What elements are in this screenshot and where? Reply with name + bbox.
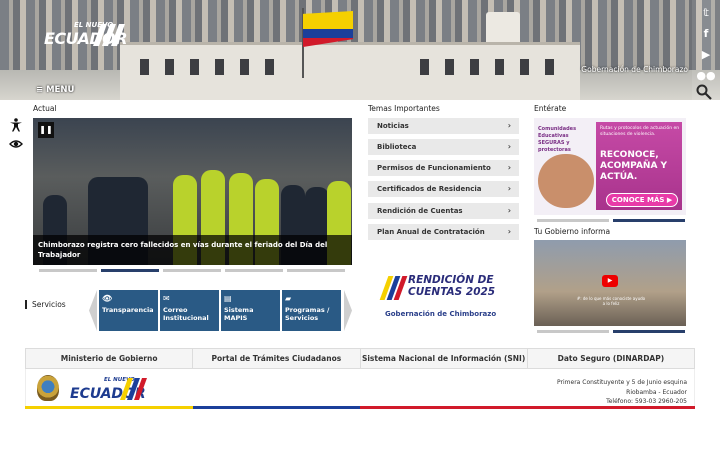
link-dinardap[interactable]: Dato Seguro (DINARDAP) bbox=[528, 349, 694, 368]
youtube-icon[interactable]: ▶ bbox=[696, 46, 716, 63]
menu-button[interactable]: ≡ MENU bbox=[36, 85, 74, 95]
carousel-dot-active[interactable] bbox=[613, 219, 685, 222]
footer-logo-stripes bbox=[119, 378, 148, 400]
conoce-mas-button[interactable]: CONOCE MÁS ▶ bbox=[606, 193, 678, 207]
tema-permisos[interactable]: Permisos de Funcionamiento › bbox=[368, 160, 519, 176]
chevron-right-icon: › bbox=[507, 121, 511, 130]
carousel-dot[interactable] bbox=[537, 219, 609, 222]
service-programas[interactable]: ▰ Programas / Servicios bbox=[282, 290, 341, 331]
footer-address: Primera Constituyente y 5 de Junio esqui… bbox=[557, 378, 687, 407]
service-transparencia[interactable]: 👁 Transparencia bbox=[99, 290, 158, 331]
chevron-right-icon: › bbox=[507, 142, 511, 151]
slider-dot[interactable] bbox=[225, 269, 283, 272]
flickr-icon[interactable]: ●● bbox=[696, 67, 716, 84]
slider-dot-active[interactable] bbox=[101, 269, 159, 272]
service-label: Transparencia bbox=[102, 306, 154, 314]
actual-label: Actual bbox=[33, 104, 57, 113]
service-mapis[interactable]: ▤ Sistema MAPIS bbox=[221, 290, 280, 331]
rendicion-stripes bbox=[379, 276, 408, 300]
service-correo[interactable]: ✉ Correo Institucional bbox=[160, 290, 219, 331]
accessibility-icon[interactable] bbox=[9, 118, 23, 132]
link-ministerio[interactable]: Ministerio de Gobierno bbox=[26, 349, 194, 368]
tema-plan-anual[interactable]: Plan Anual de Contratación › bbox=[368, 224, 519, 240]
news-slider[interactable]: ❚❚ Chimborazo registra cero fallecidos e… bbox=[33, 118, 352, 265]
rendicion-org: Gobernación de Chimborazo bbox=[385, 310, 497, 318]
logo-stripes bbox=[92, 24, 126, 46]
tema-noticias[interactable]: Noticias › bbox=[368, 118, 519, 134]
slider-dots bbox=[39, 269, 345, 272]
services-prev-arrow[interactable] bbox=[89, 290, 97, 331]
enterate-dots bbox=[537, 219, 685, 222]
tema-label: Noticias bbox=[377, 122, 409, 130]
rendicion-line1: RENDICIÓN DE bbox=[408, 274, 494, 286]
slider-dot[interactable] bbox=[163, 269, 221, 272]
video-dots bbox=[537, 330, 685, 333]
link-sni[interactable]: Sistema Nacional de Información (SNI) bbox=[361, 349, 528, 368]
enterate-band-text: Comunidades Educativas SEGURAS y protect… bbox=[538, 126, 577, 153]
video-subtitle: #: de lo que más conociste ayudo a lo fe… bbox=[576, 296, 646, 306]
tema-label: Certificados de Residencia bbox=[377, 185, 482, 193]
servicios-label: Servicios bbox=[25, 300, 66, 309]
social-bar: 𝕥 f ▶ ●● bbox=[692, 0, 720, 100]
slider-dot[interactable] bbox=[287, 269, 345, 272]
book-icon: ▤ bbox=[224, 294, 232, 303]
twitter-icon[interactable]: 𝕥 bbox=[696, 4, 716, 21]
enterate-top-text: Rutas y protocolos de actuación en situa… bbox=[600, 126, 680, 137]
rendicion-cuentas-banner[interactable]: RENDICIÓN DE CUENTAS 2025 Gobernación de… bbox=[379, 272, 504, 324]
carousel-dot[interactable] bbox=[537, 330, 609, 333]
children-photo bbox=[538, 154, 594, 208]
header-banner: EL NUEVO ECUADOR Gobernación de Chimbora… bbox=[0, 0, 720, 100]
tema-label: Biblioteca bbox=[377, 143, 417, 151]
temas-label: Temas Importantes bbox=[368, 104, 440, 113]
mail-icon: ✉ bbox=[163, 294, 170, 303]
folder-icon: ▰ bbox=[285, 294, 292, 303]
coat-of-arms-icon bbox=[37, 375, 59, 401]
services-next-arrow[interactable] bbox=[344, 290, 352, 331]
pause-button[interactable]: ❚❚ bbox=[38, 122, 54, 138]
tema-biblioteca[interactable]: Biblioteca › bbox=[368, 139, 519, 155]
service-label: Correo Institucional bbox=[163, 306, 209, 322]
carousel-dot-active[interactable] bbox=[613, 330, 685, 333]
tema-label: Permisos de Funcionamiento bbox=[377, 164, 491, 172]
video-thumbnail[interactable]: ▶ #: de lo que más conociste ayudo a lo … bbox=[534, 240, 686, 326]
gov-name: Gobernación de Chimborazo bbox=[581, 65, 688, 74]
eye-icon: 👁 bbox=[102, 294, 113, 303]
flag-color-line bbox=[25, 406, 695, 409]
eye-icon[interactable] bbox=[9, 137, 23, 151]
rendicion-line2: CUENTAS 2025 bbox=[408, 286, 496, 298]
service-label: Sistema MAPIS bbox=[224, 306, 254, 322]
service-label: Programas / Servicios bbox=[285, 306, 330, 322]
address-line2: Riobamba - Ecuador bbox=[626, 388, 687, 396]
chevron-right-icon: › bbox=[507, 227, 511, 236]
enterate-banner[interactable]: Comunidades Educativas SEGURAS y protect… bbox=[534, 118, 686, 215]
external-links-bar: Ministerio de Gobierno Portal de Trámite… bbox=[25, 348, 695, 369]
chevron-right-icon: › bbox=[507, 206, 511, 215]
facebook-icon[interactable]: f bbox=[696, 25, 716, 42]
tema-certificados[interactable]: Certificados de Residencia › bbox=[368, 181, 519, 197]
rendicion-title: RENDICIÓN DE CUENTAS 2025 bbox=[408, 274, 495, 298]
play-icon[interactable]: ▶ bbox=[602, 275, 618, 287]
chevron-right-icon: › bbox=[507, 184, 511, 193]
enterate-headline: RECONOCE, ACOMPAÑA Y ACTÚA. bbox=[600, 150, 668, 182]
tema-label: Plan Anual de Contratación bbox=[377, 228, 485, 236]
tema-label: Rendición de Cuentas bbox=[377, 207, 463, 215]
government-building bbox=[120, 42, 580, 100]
chevron-right-icon: › bbox=[507, 163, 511, 172]
slider-dot[interactable] bbox=[39, 269, 97, 272]
address-line1: Primera Constituyente y 5 de Junio esqui… bbox=[557, 379, 687, 386]
slider-caption[interactable]: Chimborazo registra cero fallecidos en v… bbox=[33, 235, 352, 265]
tu-gobierno-label: Tu Gobierno informa bbox=[534, 227, 611, 236]
tema-rendicion[interactable]: Rendición de Cuentas › bbox=[368, 203, 519, 219]
enterate-label: Entérate bbox=[534, 104, 567, 113]
link-portal-tramites[interactable]: Portal de Trámites Ciudadanos bbox=[193, 349, 361, 368]
